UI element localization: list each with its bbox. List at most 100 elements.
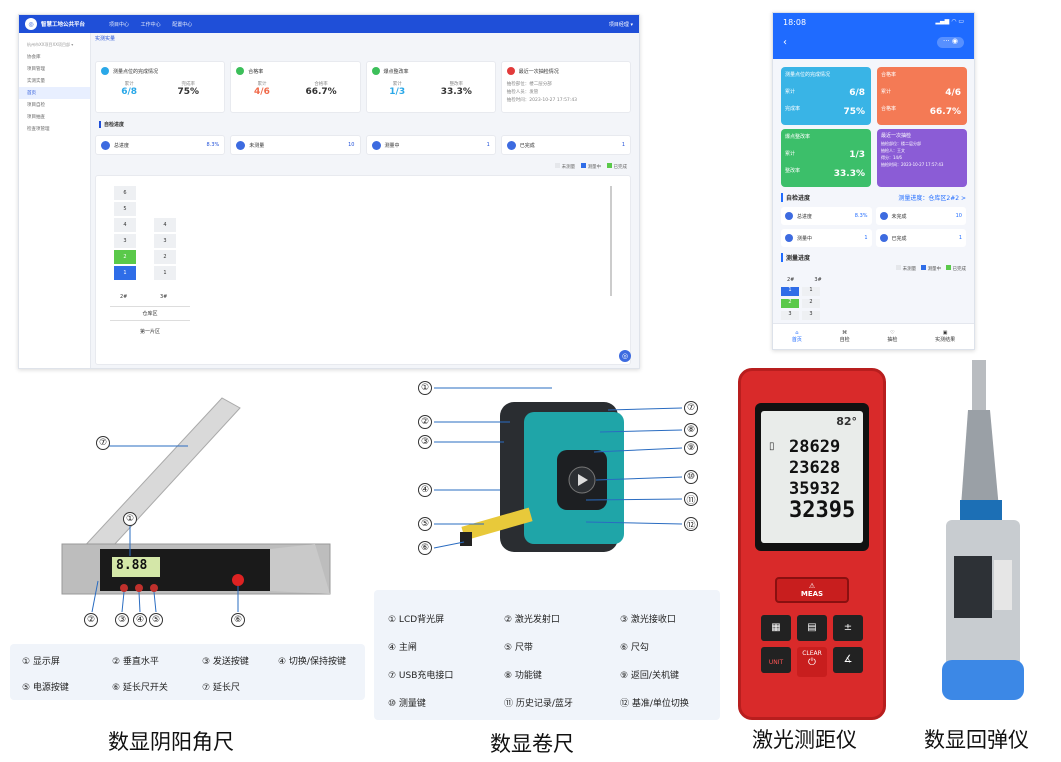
unit-cell[interactable]: 4 xyxy=(154,218,176,232)
unit-cell[interactable]: 2 xyxy=(114,250,136,264)
m-progress-item: 未完成 10 xyxy=(875,207,966,225)
m-card-title: 合格率 xyxy=(881,72,897,78)
progress-unmeasured: 未测量 10 xyxy=(230,135,361,155)
clear-button[interactable]: CLEAR ⏻ xyxy=(797,647,827,677)
check-line: 抽检部位：楼二层分部 xyxy=(506,82,552,87)
unit-cell[interactable]: 6 xyxy=(114,186,136,200)
callout-1: ① xyxy=(123,512,137,526)
callout-11: ⑪ xyxy=(684,492,698,506)
laser-screen-frame: 82° 28629 23628 35932 32395 ▯ xyxy=(755,403,869,551)
m-card-value: 1/3 xyxy=(849,150,865,160)
check-line: 抽检人员：发管 xyxy=(506,90,539,95)
m-card-value: 33.3% xyxy=(833,169,865,179)
rebound-hammer-illustration xyxy=(942,360,1024,700)
m-progress-item: 总进度 8.3% xyxy=(781,207,872,225)
plus-minus-icon[interactable]: ± xyxy=(833,615,863,641)
tab-self-check[interactable]: ⌘ 自检 xyxy=(840,330,850,343)
unit-cell[interactable]: 1 xyxy=(114,266,136,280)
stat-card-rectify: 爆点整改率 累计 1/3 整改率 33.3% xyxy=(365,61,496,113)
column-label: 2# xyxy=(120,294,128,300)
unit-label: UNIT xyxy=(768,659,784,666)
grid-panel: 6 5 4 3 2 1 4 3 2 1 2# 3# 仓库区 第一片区 xyxy=(95,175,631,365)
sidebar-item-project-mgmt[interactable]: 项目管理 xyxy=(19,63,90,75)
image-icon: ▣ xyxy=(942,330,948,336)
callout-6: ⑥ xyxy=(231,613,245,627)
unit-cell[interactable]: 4 xyxy=(114,218,136,232)
scrollbar[interactable] xyxy=(610,186,612,296)
nav-work-center[interactable]: 工作中心 xyxy=(141,22,161,28)
tab-home[interactable]: ⌂ 首页 xyxy=(792,330,802,343)
angle-icon[interactable]: ∡ xyxy=(833,647,863,673)
legend-item: ④ 切换/保持按键 xyxy=(278,657,346,667)
unit-cell[interactable]: 1 xyxy=(154,266,176,280)
progress-value: 1 xyxy=(958,235,962,241)
grid-icon[interactable]: ▦ xyxy=(761,615,791,641)
tape-legend: ① LCD背光屏 ② 激光发射口 ③ 激光接收口 ④ 主闸 ⑤ 尺带 ⑥ 尺勾 … xyxy=(374,590,720,720)
m-progress-grid: 总进度 8.3% 未完成 10 测量中 1 已完成 1 xyxy=(781,207,966,247)
sidebar-item-check-items[interactable]: 检查项管理 xyxy=(19,123,90,135)
reading-2: 23628 xyxy=(789,458,841,478)
progress-label: 未完成 xyxy=(891,213,907,220)
m-card-title: 测量点位的完成情况 xyxy=(785,72,831,78)
progress-value: 10 xyxy=(348,142,355,148)
caption-laser: 激光测距仪 xyxy=(752,728,857,752)
web-topbar: ◎ 智慧工地公共平台 项目中心 工作中心 配置中心 项目经理 ▾ xyxy=(19,15,639,33)
org-selector[interactable]: 杭州市XX项目XX项目部 ▾ xyxy=(19,39,90,51)
m-unit-cell[interactable]: 2 xyxy=(802,299,820,308)
grid-legend: 未测量 测量中 已完成 xyxy=(555,163,627,170)
card-title: 最近一次抽检情况 xyxy=(518,68,559,75)
grid-icon: ⌘ xyxy=(842,330,848,336)
m-progress-item: 已完成 1 xyxy=(875,229,966,247)
sidebar-item-self-check[interactable]: 项目自检 xyxy=(19,99,90,111)
tab-results[interactable]: ▣ 实测结果 xyxy=(935,330,955,343)
user-menu[interactable]: 项目经理 ▾ xyxy=(609,21,633,28)
unmeasured-icon xyxy=(236,140,246,150)
back-icon[interactable]: ‹ xyxy=(783,37,787,48)
web-sidebar: 杭州市XX项目XX项目部 ▾ 协会库 项目管理 实测实量 首页 项目自检 项目抽… xyxy=(19,33,91,368)
stat-value: 6/8 xyxy=(121,87,138,97)
sidebar-item-home[interactable]: 首页 xyxy=(19,87,90,99)
callout-2: ② xyxy=(84,613,98,627)
m-card-value: 4/6 xyxy=(945,88,961,98)
callout-8: ⑧ xyxy=(684,423,698,437)
tape-section: ① ② ③ ④ ⑤ ⑥ ⑦ ⑧ ⑨ ⑩ ⑪ ⑫ ① LCD背光屏 ② 激光发射口… xyxy=(372,372,724,728)
m-section-title: 自检进度 xyxy=(781,193,810,202)
brand-title: 智慧工地公共平台 xyxy=(41,22,86,28)
legend-item: ⑤ 尺带 xyxy=(504,643,533,653)
tab-spot-check[interactable]: ♡ 抽检 xyxy=(887,330,897,343)
web-main: 实测实量 测量点位的完成情况 累计 6/8 完成率 75% 合格率 累计 4/6 合格… xyxy=(95,35,637,368)
send-button-icon xyxy=(120,584,128,592)
breadcrumb: 实测实量 xyxy=(95,36,116,42)
sidebar-item-association[interactable]: 协会库 xyxy=(19,51,90,63)
unit-button[interactable]: UNIT xyxy=(761,647,791,673)
nav-config-center[interactable]: 配置中心 xyxy=(172,22,192,28)
legend-item: ⑩ 测量键 xyxy=(388,699,426,709)
callout-4: ④ xyxy=(133,613,147,627)
unit-cell[interactable]: 3 xyxy=(114,234,136,248)
m-unit-cell[interactable]: 3 xyxy=(781,311,799,320)
progress-icon xyxy=(785,234,793,242)
legend-label: 未测量 xyxy=(902,267,917,272)
sidebar-item-spot-check[interactable]: 项目抽查 xyxy=(19,111,90,123)
sidebar-item-measure[interactable]: 实测实量 xyxy=(19,75,90,87)
unit-cell[interactable]: 5 xyxy=(114,202,136,216)
nav-project-center[interactable]: 项目中心 xyxy=(109,22,129,28)
unit-cell[interactable]: 3 xyxy=(154,234,176,248)
m-unit-cell[interactable]: 3 xyxy=(802,311,820,320)
unit-cell[interactable]: 2 xyxy=(154,250,176,264)
reading-1: 28629 xyxy=(789,437,841,457)
float-action-icon[interactable]: ◎ xyxy=(619,350,631,362)
m-section-link[interactable]: 测量进度：仓库区2#2 > xyxy=(898,193,966,202)
done-icon xyxy=(506,140,516,150)
m-unit-cell[interactable]: 1 xyxy=(781,287,799,296)
m-section-title: 测量进度 xyxy=(781,253,810,262)
m-unit-cell[interactable]: 1 xyxy=(802,287,820,296)
status-time: 18:08 xyxy=(783,18,807,27)
miniapp-menu-icon[interactable]: ··· ◉ xyxy=(936,37,964,48)
m-unit-cell[interactable]: 2 xyxy=(781,299,799,308)
meas-button[interactable]: ⚠ MEAS xyxy=(775,577,849,603)
progress-label: 测量中 xyxy=(797,235,813,242)
progress-value: 10 xyxy=(955,213,962,219)
area-mode-icon[interactable]: ▤ xyxy=(797,615,827,641)
angle-ruler-illustration xyxy=(61,397,331,613)
